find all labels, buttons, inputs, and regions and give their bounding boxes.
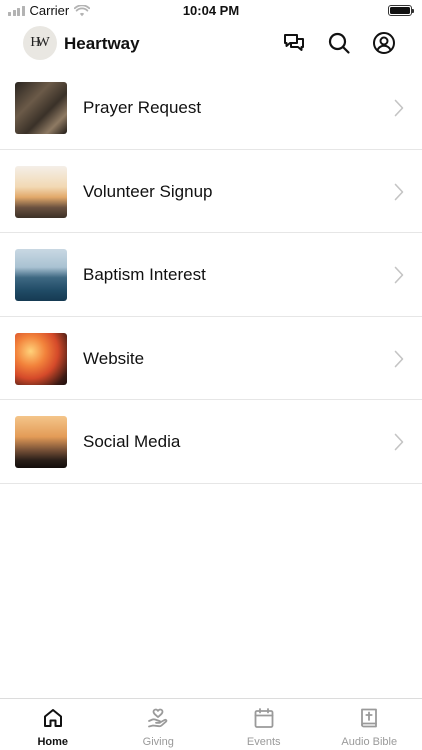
chevron-right-icon <box>394 183 404 200</box>
list-item-social-media[interactable]: Social Media <box>0 400 422 484</box>
account-icon[interactable] <box>372 31 396 55</box>
list-item-label: Social Media <box>83 432 181 451</box>
home-icon <box>42 707 64 729</box>
chevron-right-icon <box>394 433 404 451</box>
chevron-right-icon <box>394 266 404 284</box>
list-item-label: Baptism Interest <box>83 265 206 284</box>
tab-home[interactable]: Home <box>0 699 106 750</box>
battery-icon <box>388 5 414 16</box>
volunteer-thumbnail <box>15 165 67 218</box>
chevron-right-icon <box>394 99 404 117</box>
status-bar: Carrier 10:04 PM <box>0 0 422 22</box>
status-time: 10:04 PM <box>182 3 240 18</box>
list-item-prayer-request[interactable]: Prayer Request <box>0 66 422 150</box>
tab-label: Events <box>246 736 281 748</box>
list-item-label: Website <box>83 348 145 368</box>
app-title: Heartway <box>64 34 140 53</box>
list-item-volunteer-signup[interactable]: Volunteer Signup <box>0 150 422 233</box>
chevron-right-icon <box>394 350 404 367</box>
list-item-label: Prayer Request <box>83 98 202 117</box>
search-icon[interactable] <box>327 31 351 55</box>
website-thumbnail <box>15 332 67 385</box>
chat-icon[interactable] <box>282 31 306 55</box>
prayer-thumbnail <box>15 82 67 134</box>
social-media-thumbnail <box>15 416 67 468</box>
calendar-icon <box>253 707 275 729</box>
list-item-label: Volunteer Signup <box>83 181 213 201</box>
tab-giving[interactable]: Giving <box>106 699 212 750</box>
tab-bar: Home Giving Events Audio Bible <box>0 698 422 750</box>
logo-text: HW <box>30 35 49 50</box>
tab-events[interactable]: Events <box>211 699 317 750</box>
church-logo[interactable]: HW <box>23 26 57 60</box>
menu-list: Prayer Request Volunteer Signup Baptism … <box>0 66 422 484</box>
bible-icon <box>358 707 380 729</box>
baptism-thumbnail <box>15 249 67 301</box>
tab-label: Home <box>37 736 69 748</box>
giving-icon <box>147 707 169 729</box>
app-header: HW Heartway <box>0 22 422 68</box>
tab-audio-bible[interactable]: Audio Bible <box>317 699 422 750</box>
tab-label: Audio Bible <box>341 736 398 748</box>
list-item-baptism-interest[interactable]: Baptism Interest <box>0 233 422 317</box>
list-item-website[interactable]: Website <box>0 317 422 400</box>
tab-label: Giving <box>142 736 174 748</box>
